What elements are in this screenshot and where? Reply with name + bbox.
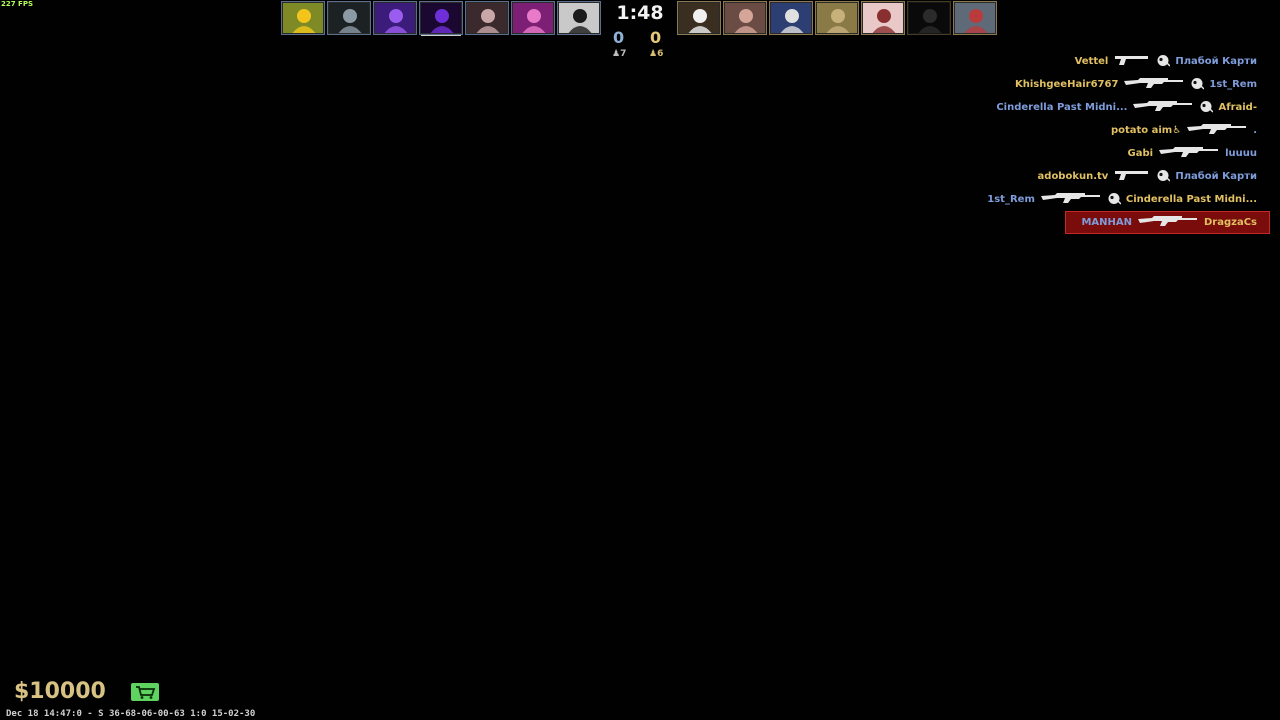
t-avatar-7 — [953, 1, 997, 35]
killfeed-row: 1st_Rem Cinderella Past Midni... — [940, 188, 1270, 211]
rifle-icon — [1187, 123, 1247, 138]
killfeed-row: adobokun.tv Плабой Карти — [940, 165, 1270, 188]
rifle-icon — [1159, 146, 1219, 161]
headshot-icon — [1190, 77, 1205, 93]
t-avatar-1 — [677, 1, 721, 35]
money-display: $10000 — [14, 679, 106, 704]
killfeed-row: Gabi luuuu — [940, 142, 1270, 165]
rifle-icon — [1124, 77, 1184, 92]
t-avatar-3 — [769, 1, 813, 35]
victim-name: Плабой Карти — [1175, 171, 1257, 182]
rifle-icon — [1040, 192, 1101, 207]
killer-name: potato aim♿ — [1110, 125, 1182, 136]
ct-avatar-6 — [511, 1, 555, 35]
killer-name: Cinderella Past Midni... — [996, 102, 1128, 113]
killer-name: adobokun.tv — [1037, 171, 1109, 182]
t-avatar-2 — [723, 1, 767, 35]
rifle-icon — [1133, 100, 1193, 115]
killfeed-row: potato aim♿. — [940, 119, 1270, 142]
ct-avatar-1 — [281, 1, 325, 35]
t-avatar-6 — [907, 1, 951, 35]
killer-name: MANHAN — [1081, 217, 1132, 228]
headshot-icon — [1107, 192, 1122, 208]
buy-menu-icon[interactable] — [131, 683, 159, 701]
killer-name: KhishgeeHair6767 — [1015, 79, 1119, 90]
headshot-icon — [1156, 169, 1171, 185]
ct-avatar-7 — [557, 1, 601, 35]
ct-score: 0 — [613, 28, 625, 47]
victim-name: 1st_Rem — [1209, 79, 1257, 90]
player-icon: ♟ — [649, 49, 658, 59]
t-score: 0 — [650, 28, 662, 47]
scoreboard-topbar: 1:48 0 0 ♟7 ♟6 — [281, 1, 998, 59]
victim-name: DragzaCs — [1204, 217, 1257, 228]
killer-name: 1st_Rem — [987, 194, 1035, 205]
ct-avatar-2 — [327, 1, 371, 35]
victim-name: . — [1253, 125, 1257, 136]
round-timer: 1:48 — [616, 2, 664, 24]
killfeed-row: MANHAN DragzaCs — [1065, 211, 1270, 234]
victim-name: luuuu — [1225, 148, 1257, 159]
t-alive-count: ♟6 — [649, 49, 664, 59]
killfeed-row: Vettel Плабой Карти — [940, 50, 1270, 73]
t-avatar-4 — [815, 1, 859, 35]
rifle-icon — [1138, 215, 1198, 230]
headshot-icon — [1156, 54, 1171, 70]
player-icon: ♟ — [612, 49, 621, 59]
fps-counter: 227 FPS — [1, 0, 34, 8]
killfeed-row: Cinderella Past Midni... Afraid- — [940, 96, 1270, 119]
demo-info-text: Dec 18 14:47:0 - S 36-68-06-00-63 1:0 15… — [6, 709, 256, 719]
pistol-icon — [1114, 54, 1150, 69]
ct-avatar-5 — [465, 1, 509, 35]
killer-name: Vettel — [1074, 56, 1109, 67]
ct-avatar-3 — [373, 1, 417, 35]
victim-name: Плабой Карти — [1175, 56, 1257, 67]
t-avatar-5 — [861, 1, 905, 35]
headshot-icon — [1199, 100, 1215, 116]
victim-name: Cinderella Past Midni... — [1125, 194, 1257, 205]
killfeed-row: KhishgeeHair6767 1st_Rem — [940, 73, 1270, 96]
pistol-icon — [1114, 169, 1150, 184]
kill-feed: Vettel Плабой Карти KhishgeeHair6767 1st_Re… — [940, 50, 1270, 234]
ct-alive-count: ♟7 — [612, 49, 627, 59]
victim-name: Afraid- — [1218, 102, 1257, 113]
ct-avatar-4 — [419, 1, 463, 35]
killer-name: Gabi — [1127, 148, 1154, 159]
